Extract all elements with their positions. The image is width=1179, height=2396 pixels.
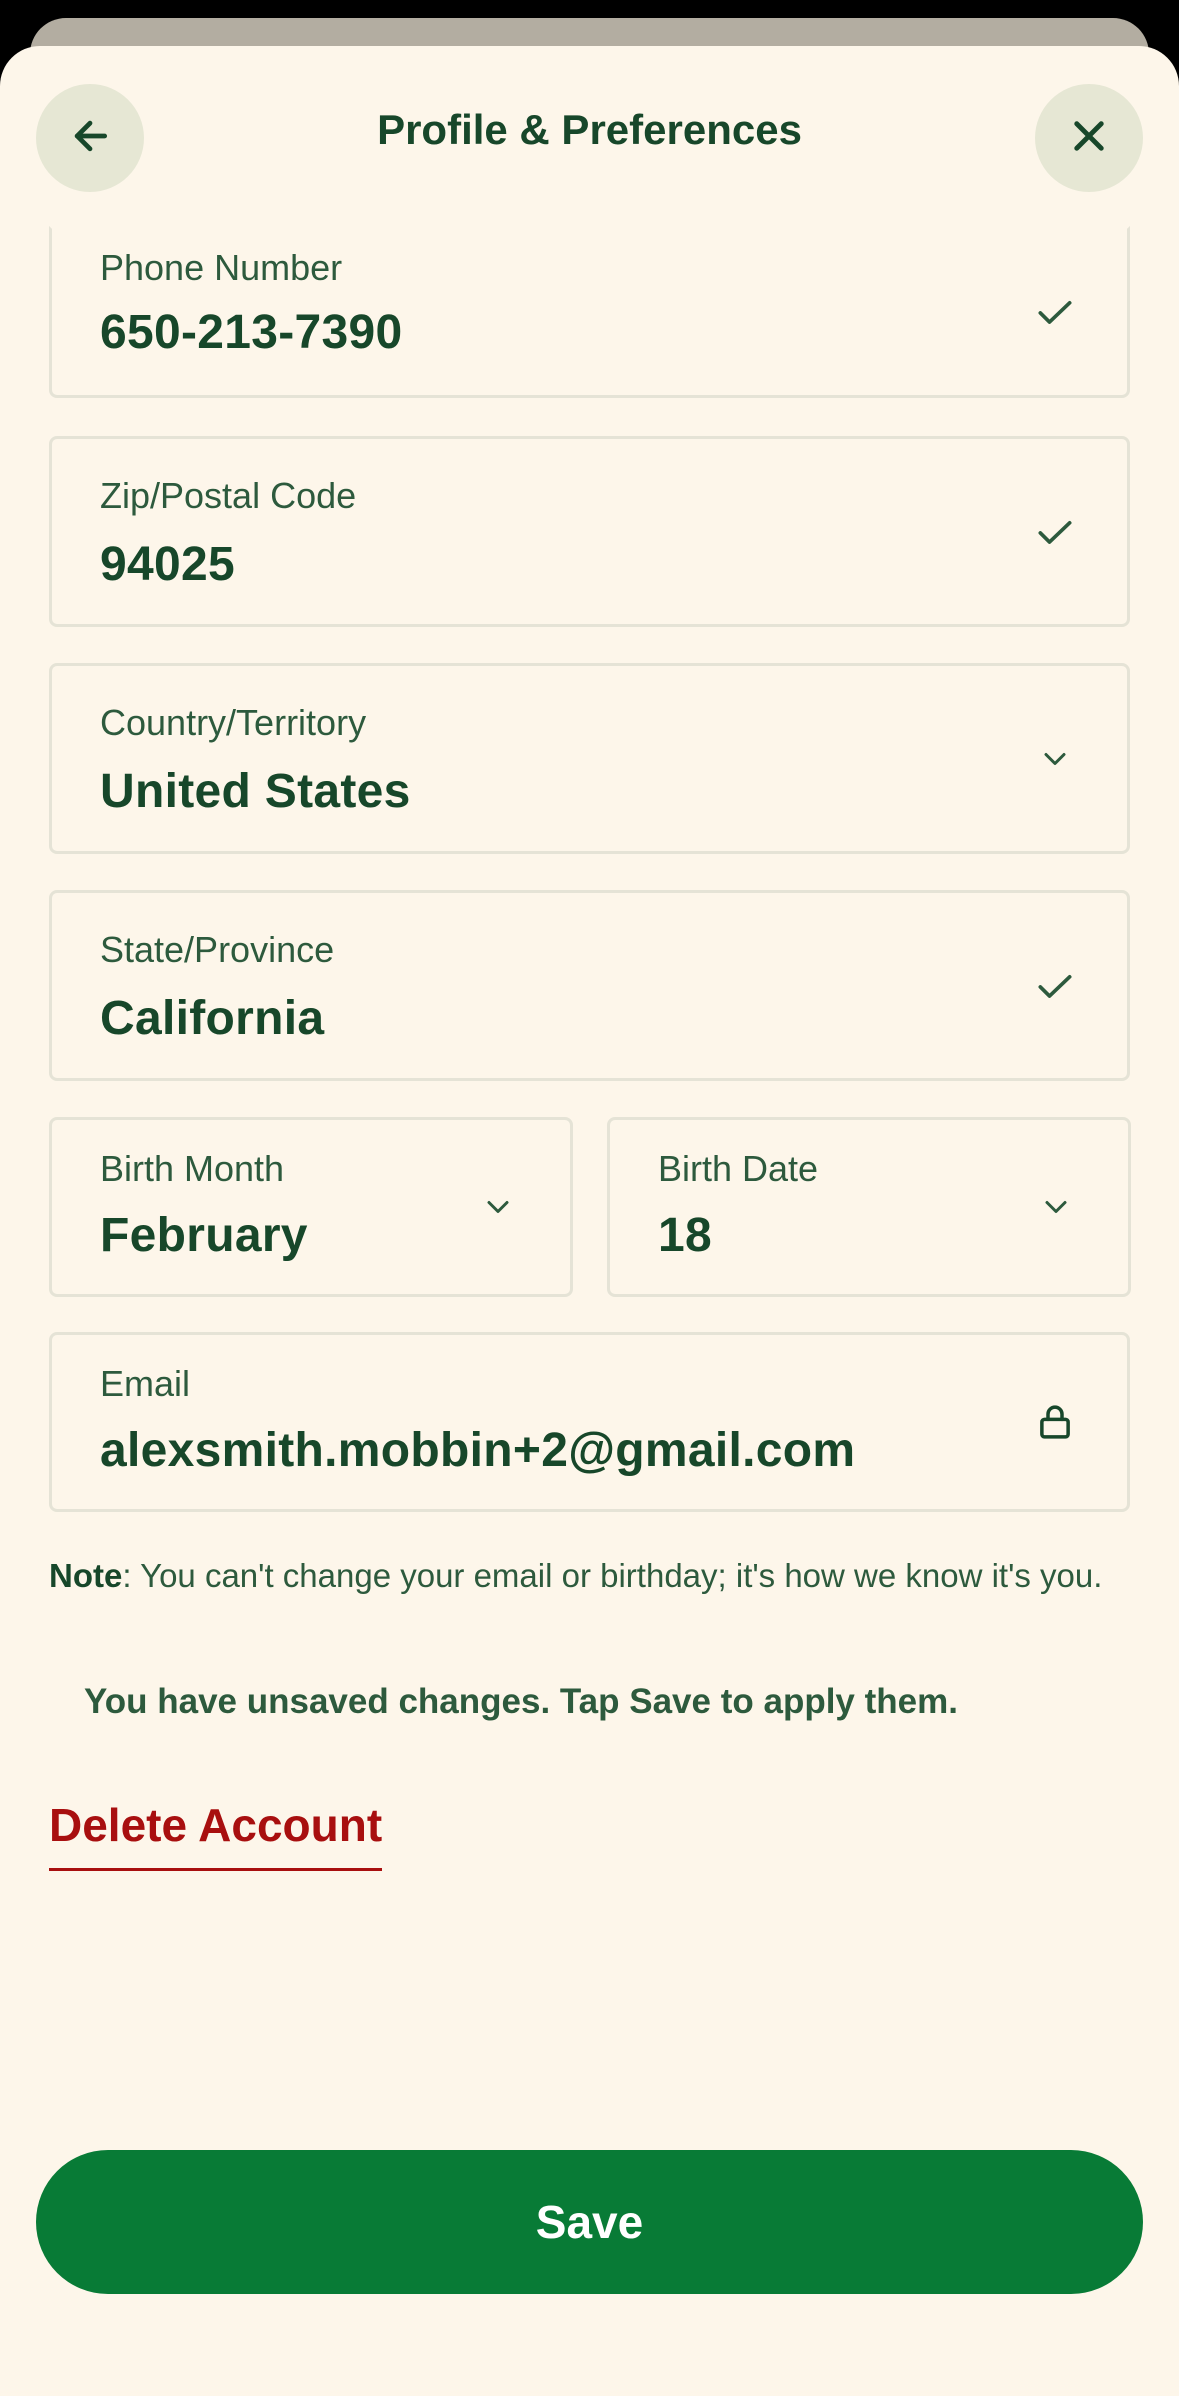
birth-month-label: Birth Month	[100, 1148, 285, 1189]
chevron-down-icon	[474, 1183, 522, 1231]
close-button[interactable]	[1035, 84, 1143, 192]
check-icon	[1031, 288, 1079, 336]
zip-code-label: Zip/Postal Code	[100, 475, 357, 516]
country-select[interactable]: Country/Territory United States	[49, 663, 1130, 854]
note-text: Note: You can't change your email or bir…	[49, 1554, 1109, 1598]
birth-date-select[interactable]: Birth Date 18	[607, 1117, 1131, 1297]
email-label: Email	[100, 1363, 191, 1404]
lock-icon	[1031, 1398, 1079, 1446]
page-title: Profile & Preferences	[377, 106, 802, 153]
email-value: alexsmith.mobbin+2@gmail.com	[100, 1424, 856, 1477]
close-icon	[1068, 115, 1110, 162]
zip-code-field[interactable]: Zip/Postal Code 94025	[49, 436, 1130, 627]
save-button[interactable]: Save	[36, 2150, 1143, 2294]
check-icon	[1031, 962, 1079, 1010]
state-value: California	[100, 992, 325, 1045]
state-label: State/Province	[100, 929, 335, 970]
header: Profile & Preferences	[0, 46, 1179, 226]
unsaved-changes-message: You have unsaved changes. Tap Save to ap…	[84, 1682, 958, 1721]
phone-number-label: Phone Number	[100, 247, 343, 288]
phone-number-value: 650-213-7390	[100, 306, 403, 359]
profile-sheet: Profile & Preferences Phone Number 650-2…	[0, 46, 1179, 2396]
country-label: Country/Territory	[100, 702, 367, 743]
check-icon	[1031, 508, 1079, 556]
birth-date-label: Birth Date	[658, 1148, 819, 1189]
birth-date-value: 18	[658, 1209, 712, 1262]
note-body: : You can't change your email or birthda…	[122, 1557, 1103, 1594]
country-value: United States	[100, 765, 411, 818]
email-field: Email alexsmith.mobbin+2@gmail.com	[49, 1332, 1130, 1512]
birth-month-select[interactable]: Birth Month February	[49, 1117, 573, 1297]
delete-account-link[interactable]: Delete Account	[49, 1798, 383, 1871]
zip-code-value: 94025	[100, 538, 235, 591]
phone-number-field[interactable]: Phone Number 650-213-7390	[49, 226, 1130, 398]
birth-month-value: February	[100, 1209, 308, 1262]
note-prefix: Note	[49, 1557, 123, 1594]
state-field[interactable]: State/Province California	[49, 890, 1130, 1081]
chevron-down-icon	[1031, 735, 1079, 783]
chevron-down-icon	[1032, 1183, 1080, 1231]
